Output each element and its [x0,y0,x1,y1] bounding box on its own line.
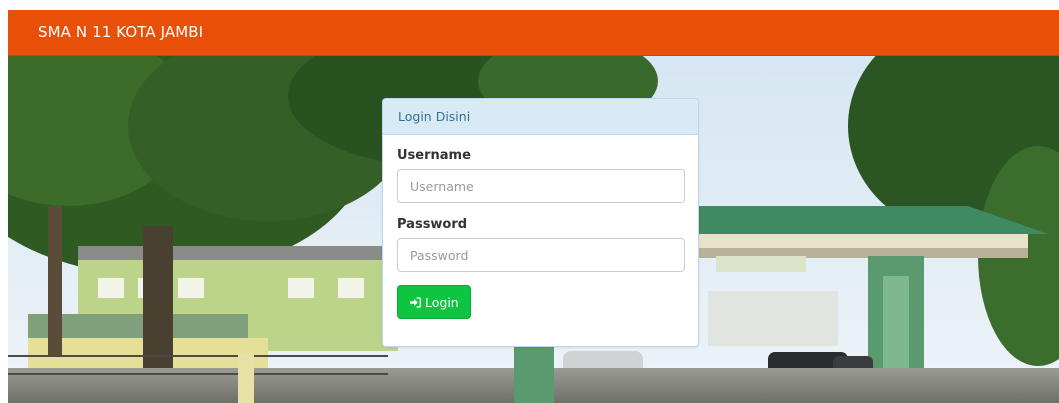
username-input[interactable] [397,169,685,203]
password-input[interactable] [397,238,685,272]
login-panel: Login Disini Username Password Login [382,98,699,347]
login-panel-heading: Login Disini [383,99,698,135]
username-label: Username [397,148,471,163]
sign-in-icon [409,296,421,308]
password-label: Password [397,217,468,232]
brand-title[interactable]: SMA N 11 KOTA JAMBI [38,10,203,55]
login-form: Username Password Login [383,135,698,319]
login-button[interactable]: Login [397,285,471,319]
top-navbar: SMA N 11 KOTA JAMBI [8,10,1059,56]
login-button-label: Login [425,294,459,310]
